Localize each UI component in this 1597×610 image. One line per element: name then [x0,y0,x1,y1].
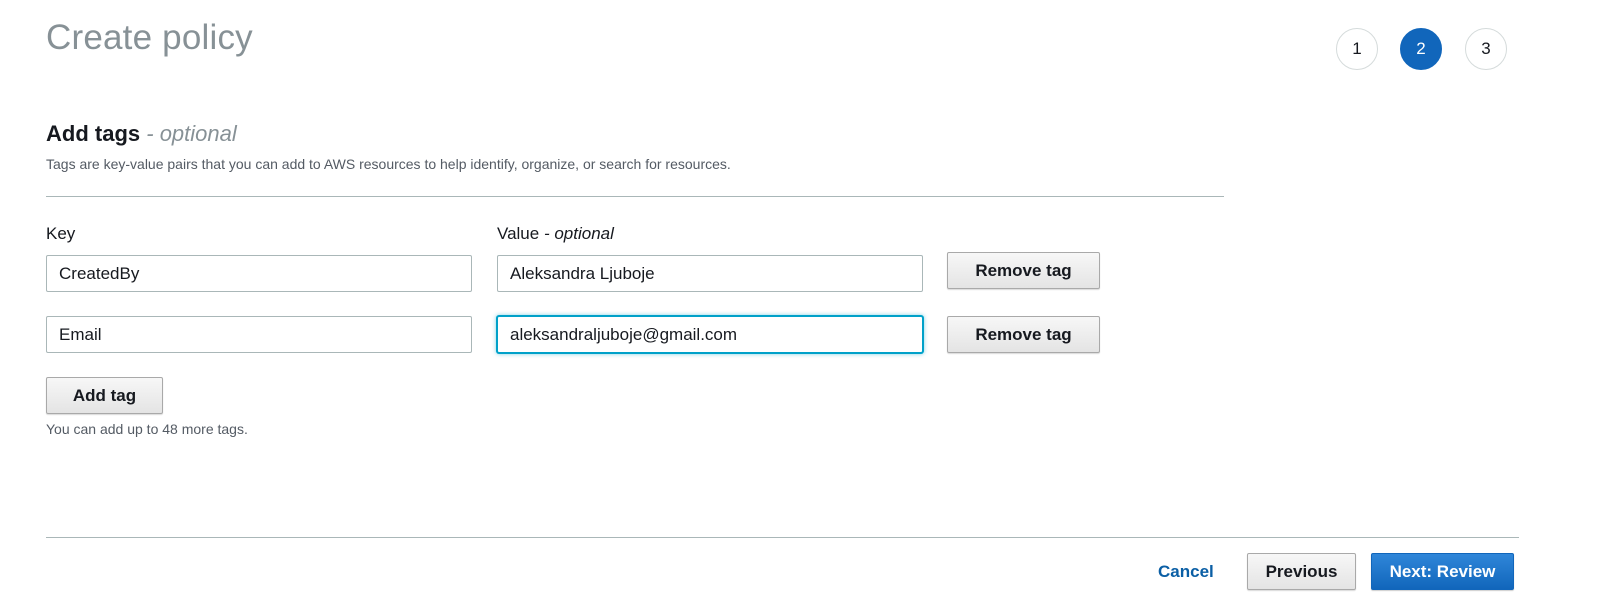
step-1[interactable]: 1 [1336,28,1378,70]
tag-limit-hint: You can add up to 48 more tags. [46,421,248,437]
section-heading-optional: - optional [146,121,237,146]
value-column-optional: - optional [543,224,614,243]
value-column-label: Value - optional [497,224,614,244]
section-description: Tags are key-value pairs that you can ad… [46,156,731,172]
key-column-label: Key [46,224,76,243]
next-review-button[interactable]: Next: Review [1371,553,1514,590]
section-heading-text: Add tags [46,121,141,146]
step-2-current[interactable]: 2 [1400,28,1442,70]
step-3[interactable]: 3 [1465,28,1507,70]
tag-key-input[interactable] [46,316,472,353]
remove-tag-button[interactable]: Remove tag [947,252,1100,289]
section-divider [46,196,1224,197]
previous-button[interactable]: Previous [1247,553,1356,590]
cancel-button[interactable]: Cancel [1146,558,1226,586]
section-heading: Add tags - optional [46,121,237,147]
footer-divider [46,537,1519,538]
tag-key-input[interactable] [46,255,472,292]
add-tag-button[interactable]: Add tag [46,377,163,414]
page-title: Create policy [46,18,253,57]
value-column-label-text: Value [497,224,540,243]
tag-value-input-focused[interactable] [497,316,923,353]
remove-tag-button[interactable]: Remove tag [947,316,1100,353]
tag-value-input[interactable] [497,255,923,292]
